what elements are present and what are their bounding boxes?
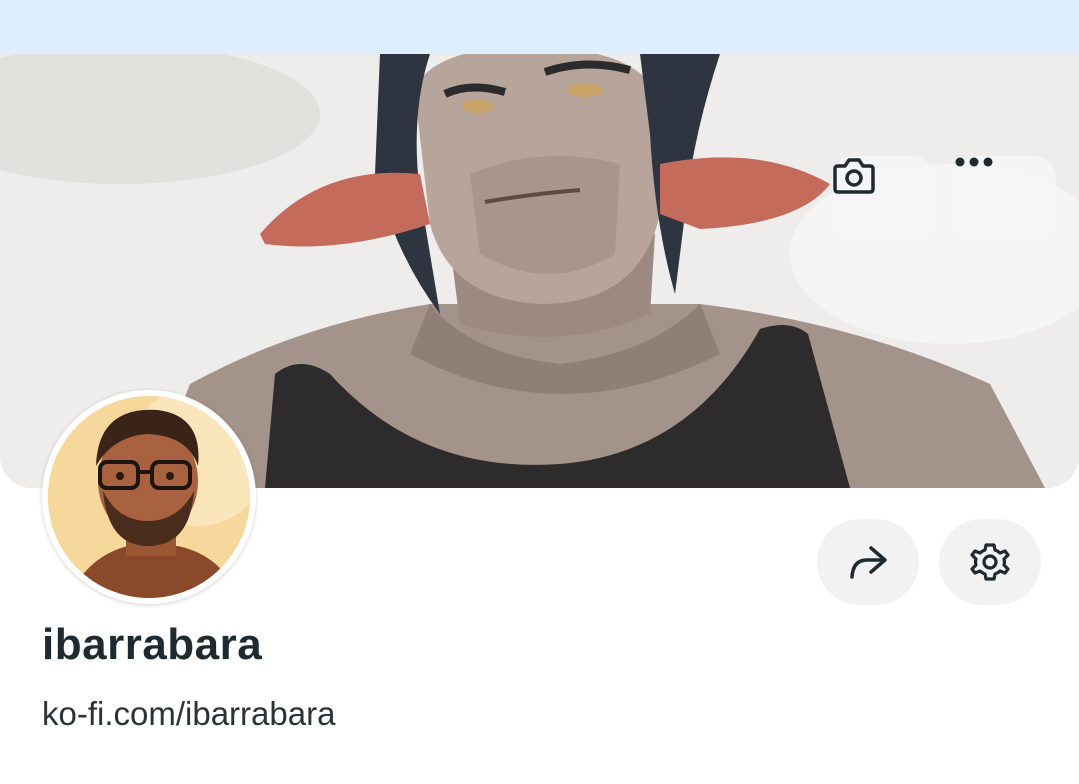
profile-avatar[interactable] <box>42 390 256 604</box>
status-bar <box>0 0 1079 54</box>
more-options-button[interactable] <box>954 156 1056 242</box>
settings-button[interactable] <box>939 519 1041 605</box>
more-horizontal-icon <box>955 157 993 167</box>
profile-name: ibarrabara <box>42 620 263 669</box>
share-button[interactable] <box>817 519 919 605</box>
camera-icon <box>833 158 875 194</box>
avatar-image <box>48 396 250 598</box>
share-arrow-icon <box>850 546 887 579</box>
camera-button[interactable] <box>832 156 934 242</box>
gear-icon <box>970 543 1010 581</box>
profile-url[interactable]: ko-fi.com/ibarrabara <box>42 695 335 733</box>
